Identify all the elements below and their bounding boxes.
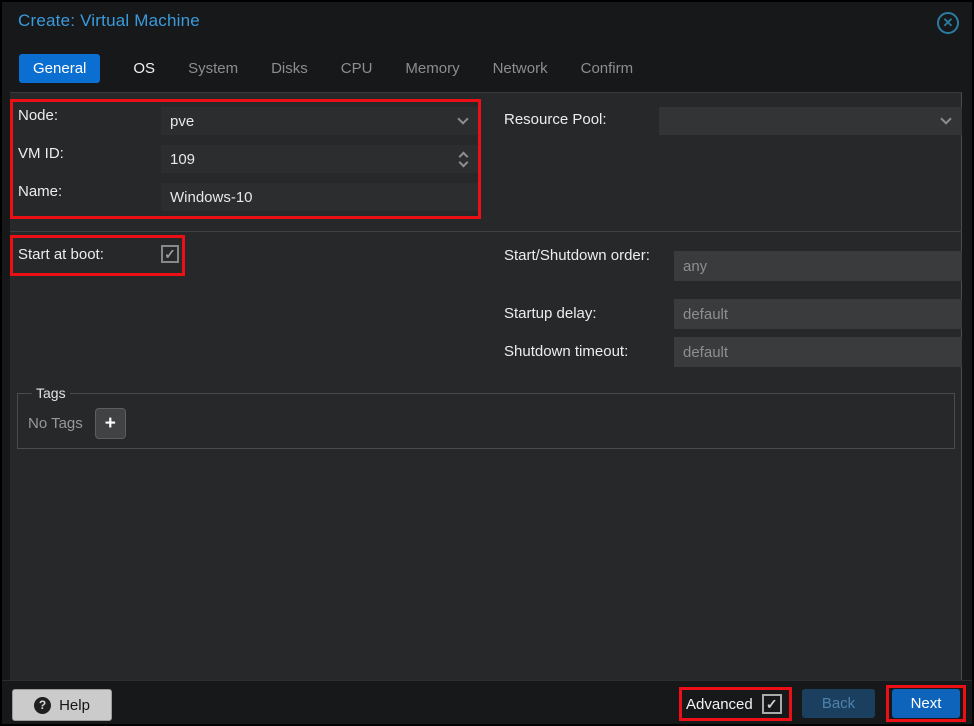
shutdown-timeout-label: Shutdown timeout: (504, 343, 628, 360)
tab-cpu: CPU (341, 60, 373, 77)
spinner-arrows-icon[interactable] (460, 153, 467, 166)
add-tag-button[interactable]: + (95, 408, 126, 439)
startup-delay-label: Startup delay: (504, 305, 597, 322)
name-field[interactable] (161, 183, 479, 211)
node-combobox[interactable] (161, 107, 479, 135)
close-glyph: ✕ (943, 15, 954, 31)
resource-pool-label: Resource Pool: (504, 111, 607, 128)
chevron-down-icon[interactable] (457, 113, 468, 124)
vm-id-input[interactable] (161, 145, 460, 173)
tab-memory: Memory (405, 60, 459, 77)
startup-delay-input[interactable] (674, 299, 962, 329)
name-input[interactable] (161, 183, 479, 211)
vm-id-spinner[interactable] (161, 145, 479, 173)
next-button[interactable]: Next (892, 689, 960, 718)
tags-legend: Tags (32, 385, 70, 401)
start-at-boot-checkbox[interactable]: ✓ (161, 245, 179, 263)
close-icon[interactable]: ✕ (937, 12, 959, 34)
help-button[interactable]: ? Help (12, 689, 112, 721)
section-separator (10, 231, 962, 232)
advanced-label: Advanced (686, 696, 753, 713)
vm-id-label: VM ID: (18, 145, 64, 162)
tab-general[interactable]: General (19, 54, 100, 83)
advanced-checkbox[interactable]: ✓ (762, 694, 782, 714)
check-icon: ✓ (766, 696, 778, 713)
tab-confirm: Confirm (581, 60, 634, 77)
check-icon: ✓ (164, 246, 176, 263)
startup-order-field[interactable] (674, 251, 962, 281)
startup-delay-field[interactable] (674, 299, 962, 329)
help-label: Help (59, 697, 90, 714)
tab-network: Network (493, 60, 548, 77)
startup-order-input[interactable] (674, 251, 962, 281)
name-label: Name: (18, 183, 62, 200)
tab-system: System (188, 60, 238, 77)
create-vm-dialog: Create: Virtual Machine ✕ General OS Sys… (0, 0, 974, 726)
start-at-boot-label: Start at boot: (18, 246, 104, 263)
window-title: Create: Virtual Machine (18, 11, 200, 31)
shutdown-timeout-input[interactable] (674, 337, 962, 367)
resource-pool-combobox[interactable] (659, 107, 962, 135)
tab-os[interactable]: OS (133, 60, 155, 77)
node-label: Node: (18, 107, 58, 124)
resource-pool-input[interactable] (659, 107, 942, 135)
no-tags-text: No Tags (28, 415, 83, 432)
node-input[interactable] (161, 107, 459, 135)
chevron-down-icon[interactable] (940, 113, 951, 124)
back-button[interactable]: Back (802, 689, 875, 718)
shutdown-timeout-field[interactable] (674, 337, 962, 367)
startup-order-label: Start/Shutdown order: (504, 245, 666, 267)
tab-disks: Disks (271, 60, 308, 77)
wizard-tabbar: General OS System Disks CPU Memory Netwo… (19, 53, 633, 83)
tags-fieldset: Tags No Tags + (17, 385, 955, 449)
plus-icon: + (105, 413, 116, 435)
question-icon: ? (34, 697, 51, 714)
advanced-toggle[interactable]: Advanced ✓ (686, 694, 782, 714)
